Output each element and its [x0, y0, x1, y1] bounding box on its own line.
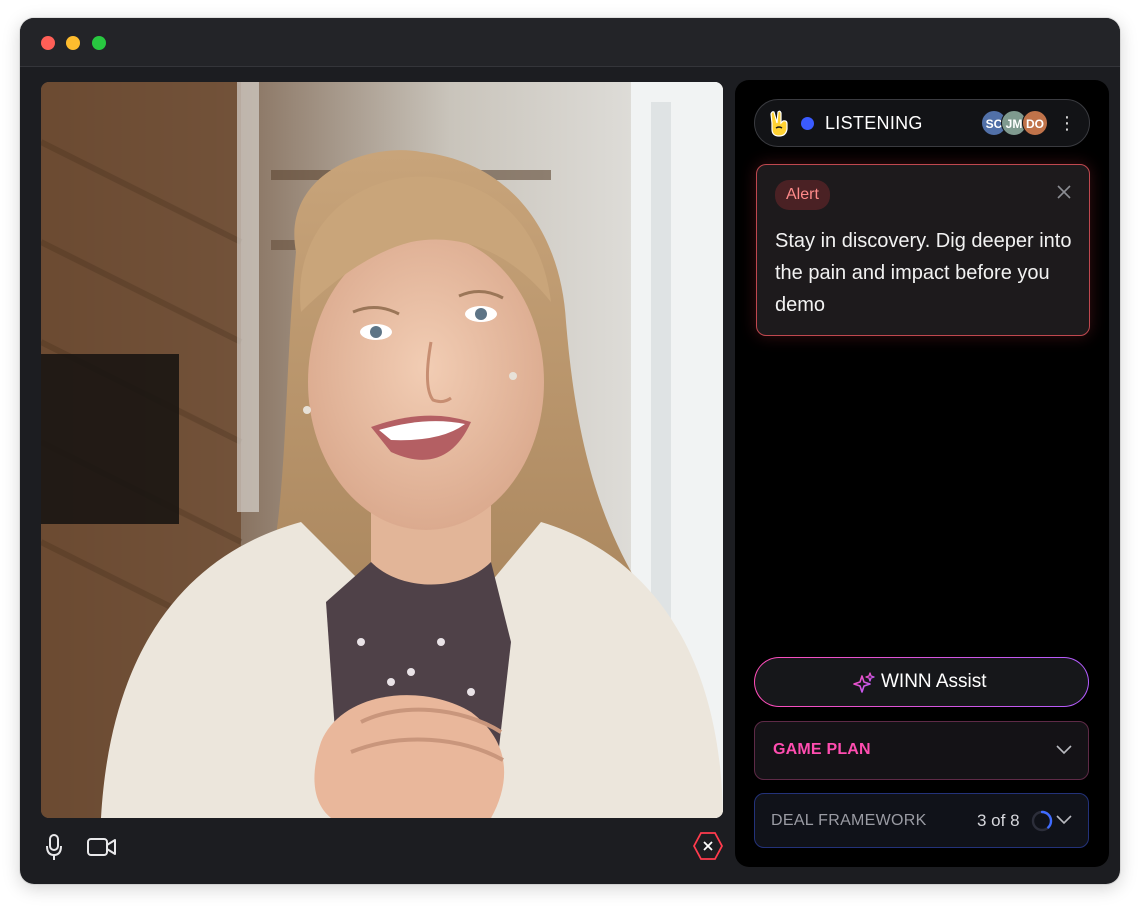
status-label: LISTENING	[825, 113, 923, 133]
end-call-hexagon-icon[interactable]	[692, 831, 724, 866]
minimize-window-button[interactable]	[66, 36, 80, 50]
game-plan-label: GAME PLAN	[773, 741, 871, 758]
app-window: LISTENING SC JM DO ⋮ Alert Stay in disco…	[20, 18, 1120, 884]
deal-framework-progress-text: 3 of 8	[977, 811, 1020, 830]
avatar[interactable]: DO	[1022, 110, 1048, 136]
title-bar	[20, 18, 1120, 67]
more-vertical-icon[interactable]: ⋮	[1057, 113, 1077, 135]
chevron-down-icon	[1056, 742, 1072, 760]
status-bar: LISTENING SC JM DO ⋮	[754, 99, 1090, 147]
winn-assist-button[interactable]: WINN Assist	[754, 657, 1089, 707]
game-plan-accordion[interactable]: GAME PLAN	[754, 721, 1089, 780]
alert-message: Stay in discovery. Dig deeper into the p…	[775, 230, 1072, 316]
video-camera-icon[interactable]	[87, 837, 117, 862]
deal-framework-label: DEAL FRAMEWORK	[771, 812, 927, 829]
zoom-window-button[interactable]	[92, 36, 106, 50]
close-window-button[interactable]	[41, 36, 55, 50]
video-frame-image	[41, 82, 723, 818]
sparkle-icon	[853, 672, 875, 699]
peace-hand-logo-icon	[768, 109, 792, 142]
call-controls	[41, 828, 724, 868]
alert-card: Alert Stay in discovery. Dig deeper into…	[756, 164, 1090, 336]
deal-framework-accordion[interactable]: DEAL FRAMEWORK 3 of 8	[754, 793, 1089, 848]
winn-assist-label: WINN Assist	[881, 671, 987, 692]
close-icon[interactable]	[1057, 185, 1071, 204]
progress-ring-icon	[1031, 810, 1053, 837]
chevron-down-icon	[1056, 812, 1072, 830]
assistant-panel: LISTENING SC JM DO ⋮ Alert Stay in disco…	[735, 80, 1109, 867]
participant-video	[41, 82, 723, 818]
listening-indicator	[801, 117, 814, 130]
alert-badge: Alert	[775, 180, 830, 210]
microphone-icon[interactable]	[45, 834, 63, 867]
